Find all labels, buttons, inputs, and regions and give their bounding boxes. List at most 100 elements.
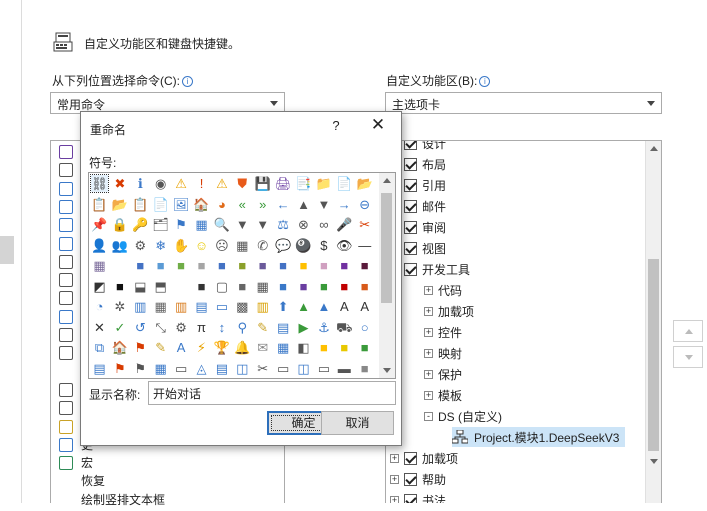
symbol-cell[interactable]: ■ <box>336 339 353 356</box>
tree-item[interactable]: -开发工具 <box>390 259 470 279</box>
symbol-cell[interactable]: ■ <box>336 257 353 274</box>
help-button[interactable]: ? <box>329 118 343 133</box>
symbol-cell[interactable]: ▥ <box>132 298 149 315</box>
symbol-cell[interactable]: ✎ <box>254 319 271 336</box>
symbol-cell[interactable]: ✉ <box>254 339 271 356</box>
symbol-scrollbar[interactable] <box>379 173 395 378</box>
symbol-cell[interactable]: ▭ <box>173 360 190 377</box>
symbol-cell[interactable]: ⧉ <box>91 339 108 356</box>
symbol-cell[interactable]: ■ <box>275 278 292 295</box>
symbol-cell[interactable]: 🔑 <box>132 216 149 233</box>
symbol-cell[interactable]: ■ <box>193 278 210 295</box>
symbol-cell[interactable]: 🎱 <box>295 237 312 254</box>
expand-icon[interactable]: + <box>424 348 433 358</box>
tab-checkbox[interactable] <box>404 493 417 503</box>
symbol-cell[interactable]: ✂ <box>254 360 271 377</box>
symbol-cell[interactable]: ■ <box>356 278 373 295</box>
symbol-cell[interactable]: ⚡ <box>193 339 210 356</box>
symbol-cell[interactable]: ■ <box>111 278 128 295</box>
symbol-cell[interactable]: 👥 <box>111 237 128 254</box>
close-button[interactable]: ✕ <box>367 115 389 135</box>
symbol-cell[interactable]: 🏠 <box>111 339 128 356</box>
symbol-cell[interactable]: ▥ <box>173 298 190 315</box>
symbol-cell[interactable]: ⬆ <box>275 298 292 315</box>
symbol-selected[interactable]: ⛓ <box>90 174 109 193</box>
symbol-cell[interactable]: ▦ <box>234 237 251 254</box>
symbol-cell[interactable]: ▼ <box>315 196 332 213</box>
symbol-cell[interactable]: ■ <box>295 257 312 274</box>
symbol-cell[interactable]: □ <box>111 257 128 274</box>
command-item[interactable]: 宏 <box>59 454 93 474</box>
symbol-cell[interactable]: « <box>234 196 251 213</box>
symbol-cell[interactable]: ■ <box>356 339 373 356</box>
scroll-thumb[interactable] <box>381 193 392 303</box>
symbol-cell[interactable]: ✕ <box>91 319 108 336</box>
symbol-cell[interactable]: ▭ <box>275 360 292 377</box>
scroll-down-icon[interactable] <box>650 459 658 464</box>
symbol-cell[interactable]: 🏆 <box>213 339 230 356</box>
symbol-cell[interactable]: ■ <box>234 278 251 295</box>
symbol-cell[interactable]: ▼ <box>234 216 251 233</box>
symbol-cell[interactable]: ▬ <box>336 360 353 377</box>
display-name-field[interactable]: 开始对话 <box>148 381 396 405</box>
symbol-cell[interactable]: 🔔 <box>234 339 251 356</box>
symbol-cell[interactable]: ▼ <box>254 216 271 233</box>
expand-icon[interactable]: + <box>424 285 433 295</box>
symbol-cell[interactable]: A <box>356 298 373 315</box>
symbol-cell[interactable]: ⚓ <box>315 319 332 336</box>
symbol-cell[interactable]: ■ <box>275 257 292 274</box>
symbol-cell[interactable]: 🗂 <box>152 216 169 233</box>
symbol-cell[interactable]: ✋ <box>173 237 190 254</box>
symbol-cell[interactable]: → <box>336 196 353 213</box>
tab-checkbox[interactable] <box>404 472 417 486</box>
symbol-cell[interactable]: ▭ <box>315 360 332 377</box>
symbol-cell[interactable]: ▥ <box>254 298 271 315</box>
symbol-cell[interactable]: ▦ <box>193 216 210 233</box>
symbol-grid[interactable]: ⛓ ✖ ℹ ◉ ⚠! ⚠ ⛊ 💾 🖨 📑 📁 📄 📂 📋 📂 📋 📄 🖼 🏠 ◕ «» ← ▲ ▼ → ⊖ 📌 🔒 🔑 🗂 ⚑ ▦ 🔍 ▼ ▼ ⚖ ⊗ ∞… <box>88 172 396 379</box>
symbol-cell[interactable]: 👤 <box>91 237 108 254</box>
cancel-button[interactable]: 取消 <box>321 411 394 435</box>
symbol-cell[interactable]: ▲ <box>315 298 332 315</box>
tree-item-selected[interactable]: Project.模块1.DeepSeekV3 <box>452 427 626 447</box>
symbol-cell[interactable]: 📋 <box>91 196 108 213</box>
symbol-cell[interactable]: ✖ <box>111 175 128 192</box>
command-item[interactable]: 恢复 <box>59 472 105 492</box>
symbol-cell[interactable]: ▩ <box>234 298 251 315</box>
move-down-button[interactable] <box>673 346 703 368</box>
expand-icon[interactable]: + <box>424 369 433 379</box>
symbol-cell[interactable]: ▲ <box>295 298 312 315</box>
scroll-thumb[interactable] <box>648 259 659 451</box>
symbol-cell[interactable]: ■ <box>295 278 312 295</box>
symbol-cell[interactable]: ⚠ <box>173 175 190 192</box>
symbol-cell[interactable]: ◬ <box>193 360 210 377</box>
symbol-cell[interactable]: ▦ <box>91 257 108 274</box>
tree-item[interactable]: + 加载项 <box>390 448 458 468</box>
symbol-cell[interactable]: ⚠ <box>213 175 230 192</box>
symbol-cell[interactable]: ℹ <box>132 175 149 192</box>
symbol-cell[interactable]: ◔ <box>91 298 108 315</box>
symbol-cell[interactable]: ▦ <box>152 298 169 315</box>
symbol-cell[interactable]: 🏠 <box>193 196 210 213</box>
symbol-cell[interactable]: ☺ <box>193 237 210 254</box>
tree-item[interactable]: + 代码 <box>424 280 462 300</box>
symbol-cell[interactable]: 🔍 <box>213 216 230 233</box>
symbol-cell[interactable]: A <box>336 298 353 315</box>
symbol-cell[interactable]: 👁 <box>336 237 353 254</box>
symbol-cell[interactable]: 📄 <box>152 196 169 213</box>
symbol-cell[interactable]: ❄ <box>152 237 169 254</box>
symbol-cell[interactable]: ↺ <box>132 319 149 336</box>
tab-checkbox[interactable] <box>404 220 417 234</box>
symbol-cell[interactable]: ◫ <box>234 360 251 377</box>
tree-item[interactable]: + 加载项 <box>424 301 474 321</box>
symbol-cell[interactable]: 🖨 <box>275 175 292 192</box>
symbol-cell[interactable]: ▤ <box>213 360 230 377</box>
symbol-cell[interactable]: ■ <box>193 257 210 274</box>
symbol-cell[interactable]: ■ <box>213 257 230 274</box>
symbol-cell[interactable]: 💾 <box>254 175 271 192</box>
symbol-cell[interactable]: ⚖ <box>275 216 292 233</box>
symbol-cell[interactable]: ⛊ <box>234 175 251 192</box>
tab-checkbox[interactable] <box>404 157 417 171</box>
symbol-cell[interactable]: ⊗ <box>295 216 312 233</box>
symbol-cell[interactable]: 📁 <box>315 175 332 192</box>
symbol-cell[interactable]: ■ <box>254 257 271 274</box>
